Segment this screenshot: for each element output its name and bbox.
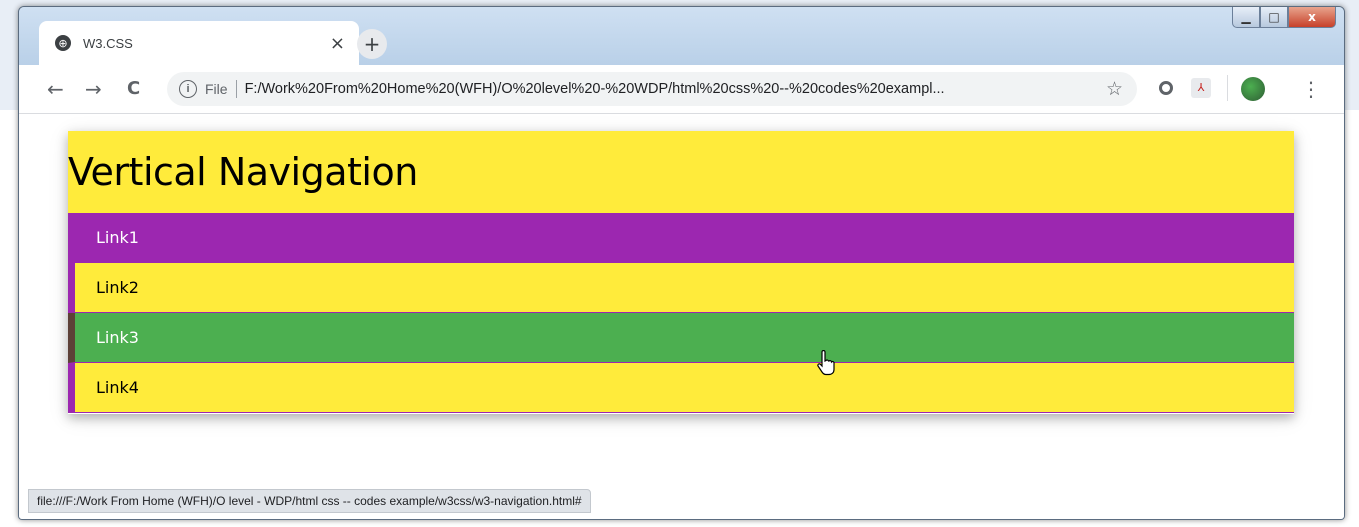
browser-toolbar: ← → C i File F:/Work%20From%20Home%20(WF… [19, 65, 1344, 114]
tab-title: W3.CSS [83, 35, 133, 51]
new-tab-button[interactable]: + [357, 29, 387, 59]
globe-icon: ⊕ [55, 35, 71, 51]
browser-tab[interactable]: ⊕ W3.CSS × [39, 21, 359, 65]
back-icon[interactable]: ← [47, 77, 64, 101]
forward-icon[interactable]: → [85, 77, 102, 101]
bookmark-star-icon[interactable]: ☆ [1106, 78, 1123, 101]
window-controls: ▁ □ x [1232, 7, 1336, 28]
reload-icon[interactable]: C [127, 78, 140, 99]
address-bar[interactable]: i File F:/Work%20From%20Home%20(WFH)/O%2… [167, 72, 1137, 106]
tab-close-icon[interactable]: × [330, 33, 345, 54]
omnibox-separator [235, 80, 237, 98]
url-text[interactable]: F:/Work%20From%20Home%20(WFH)/O%20level%… [245, 81, 1106, 97]
browser-window: ▁ □ x ⊕ W3.CSS × + ← → C i File F:/Work%… [18, 6, 1345, 520]
nav-link-3[interactable]: Link3 [68, 313, 1294, 363]
info-icon[interactable]: i [179, 80, 197, 98]
toolbar-separator [1227, 75, 1228, 101]
pdf-extension-icon[interactable]: ⅄ [1191, 78, 1211, 98]
minimize-button[interactable]: ▁ [1232, 7, 1260, 28]
hand-pointer-cursor-icon [816, 349, 836, 383]
page-heading: Vertical Navigation [68, 150, 418, 194]
profile-avatar[interactable] [1241, 77, 1265, 101]
menu-kebab-icon[interactable]: ⋮ [1301, 77, 1321, 101]
vertical-navigation-card: Vertical Navigation Link1 Link2 Link3 Li… [68, 131, 1294, 414]
page-content: Vertical Navigation Link1 Link2 Link3 Li… [19, 114, 1344, 519]
status-bar: file:///F:/Work From Home (WFH)/O level … [28, 489, 591, 513]
nav-link-2[interactable]: Link2 [75, 263, 1294, 313]
nav-link-4[interactable]: Link4 [75, 363, 1294, 413]
close-window-button[interactable]: x [1288, 7, 1336, 28]
title-bar: ▁ □ x ⊕ W3.CSS × + [19, 7, 1344, 65]
file-scheme-label: File [205, 81, 228, 97]
extension-circle-icon[interactable] [1159, 81, 1173, 95]
nav-link-1[interactable]: Link1 [68, 213, 1294, 263]
background-editor-text [0, 150, 18, 430]
nav-header: Vertical Navigation [68, 131, 1294, 213]
vertical-nav-bar: Link1 Link2 Link3 Link4 [68, 213, 1294, 413]
maximize-button[interactable]: □ [1260, 7, 1288, 28]
